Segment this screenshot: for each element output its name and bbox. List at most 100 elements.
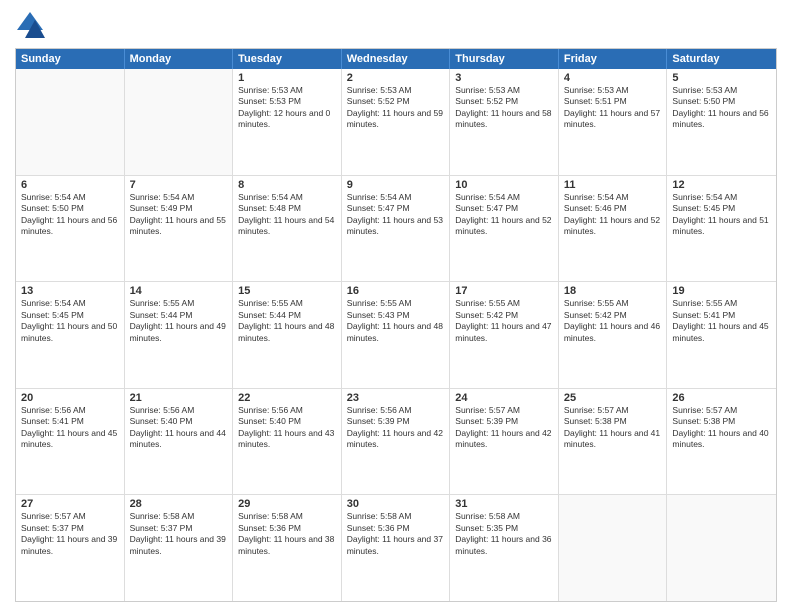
calendar-cell: 1Sunrise: 5:53 AM Sunset: 5:53 PM Daylig…	[233, 69, 342, 175]
day-number: 6	[21, 179, 119, 191]
calendar: SundayMondayTuesdayWednesdayThursdayFrid…	[15, 48, 777, 602]
calendar-cell	[667, 495, 776, 601]
cell-info: Sunrise: 5:58 AM Sunset: 5:37 PM Dayligh…	[130, 511, 228, 557]
day-number: 5	[672, 72, 771, 84]
calendar-cell: 23Sunrise: 5:56 AM Sunset: 5:39 PM Dayli…	[342, 389, 451, 495]
calendar-cell: 3Sunrise: 5:53 AM Sunset: 5:52 PM Daylig…	[450, 69, 559, 175]
logo-icon	[15, 10, 45, 40]
day-number: 15	[238, 285, 336, 297]
cell-info: Sunrise: 5:57 AM Sunset: 5:39 PM Dayligh…	[455, 405, 553, 451]
calendar-cell: 30Sunrise: 5:58 AM Sunset: 5:36 PM Dayli…	[342, 495, 451, 601]
cell-info: Sunrise: 5:54 AM Sunset: 5:45 PM Dayligh…	[21, 298, 119, 344]
cell-info: Sunrise: 5:56 AM Sunset: 5:40 PM Dayligh…	[238, 405, 336, 451]
calendar-row-4: 20Sunrise: 5:56 AM Sunset: 5:41 PM Dayli…	[16, 388, 776, 495]
day-number: 12	[672, 179, 771, 191]
day-number: 23	[347, 392, 445, 404]
calendar-cell: 28Sunrise: 5:58 AM Sunset: 5:37 PM Dayli…	[125, 495, 234, 601]
calendar-row-3: 13Sunrise: 5:54 AM Sunset: 5:45 PM Dayli…	[16, 281, 776, 388]
cell-info: Sunrise: 5:54 AM Sunset: 5:48 PM Dayligh…	[238, 192, 336, 238]
calendar-cell: 13Sunrise: 5:54 AM Sunset: 5:45 PM Dayli…	[16, 282, 125, 388]
calendar-cell: 9Sunrise: 5:54 AM Sunset: 5:47 PM Daylig…	[342, 176, 451, 282]
header-day-friday: Friday	[559, 49, 668, 69]
calendar-row-2: 6Sunrise: 5:54 AM Sunset: 5:50 PM Daylig…	[16, 175, 776, 282]
calendar-cell: 6Sunrise: 5:54 AM Sunset: 5:50 PM Daylig…	[16, 176, 125, 282]
calendar-cell: 15Sunrise: 5:55 AM Sunset: 5:44 PM Dayli…	[233, 282, 342, 388]
calendar-cell: 24Sunrise: 5:57 AM Sunset: 5:39 PM Dayli…	[450, 389, 559, 495]
calendar-cell: 25Sunrise: 5:57 AM Sunset: 5:38 PM Dayli…	[559, 389, 668, 495]
day-number: 3	[455, 72, 553, 84]
header-day-tuesday: Tuesday	[233, 49, 342, 69]
day-number: 10	[455, 179, 553, 191]
calendar-row-1: 1Sunrise: 5:53 AM Sunset: 5:53 PM Daylig…	[16, 69, 776, 175]
calendar-cell: 27Sunrise: 5:57 AM Sunset: 5:37 PM Dayli…	[16, 495, 125, 601]
cell-info: Sunrise: 5:53 AM Sunset: 5:53 PM Dayligh…	[238, 85, 336, 131]
day-number: 29	[238, 498, 336, 510]
cell-info: Sunrise: 5:56 AM Sunset: 5:39 PM Dayligh…	[347, 405, 445, 451]
day-number: 26	[672, 392, 771, 404]
cell-info: Sunrise: 5:56 AM Sunset: 5:40 PM Dayligh…	[130, 405, 228, 451]
day-number: 24	[455, 392, 553, 404]
calendar-cell: 26Sunrise: 5:57 AM Sunset: 5:38 PM Dayli…	[667, 389, 776, 495]
cell-info: Sunrise: 5:53 AM Sunset: 5:52 PM Dayligh…	[455, 85, 553, 131]
cell-info: Sunrise: 5:53 AM Sunset: 5:52 PM Dayligh…	[347, 85, 445, 131]
calendar-cell: 20Sunrise: 5:56 AM Sunset: 5:41 PM Dayli…	[16, 389, 125, 495]
calendar-cell: 16Sunrise: 5:55 AM Sunset: 5:43 PM Dayli…	[342, 282, 451, 388]
cell-info: Sunrise: 5:55 AM Sunset: 5:43 PM Dayligh…	[347, 298, 445, 344]
day-number: 13	[21, 285, 119, 297]
calendar-cell: 2Sunrise: 5:53 AM Sunset: 5:52 PM Daylig…	[342, 69, 451, 175]
day-number: 28	[130, 498, 228, 510]
day-number: 19	[672, 285, 771, 297]
calendar-cell: 4Sunrise: 5:53 AM Sunset: 5:51 PM Daylig…	[559, 69, 668, 175]
cell-info: Sunrise: 5:57 AM Sunset: 5:38 PM Dayligh…	[672, 405, 771, 451]
day-number: 8	[238, 179, 336, 191]
cell-info: Sunrise: 5:55 AM Sunset: 5:44 PM Dayligh…	[130, 298, 228, 344]
header-day-sunday: Sunday	[16, 49, 125, 69]
cell-info: Sunrise: 5:54 AM Sunset: 5:50 PM Dayligh…	[21, 192, 119, 238]
header-day-wednesday: Wednesday	[342, 49, 451, 69]
cell-info: Sunrise: 5:57 AM Sunset: 5:37 PM Dayligh…	[21, 511, 119, 557]
cell-info: Sunrise: 5:54 AM Sunset: 5:45 PM Dayligh…	[672, 192, 771, 238]
day-number: 22	[238, 392, 336, 404]
cell-info: Sunrise: 5:56 AM Sunset: 5:41 PM Dayligh…	[21, 405, 119, 451]
calendar-cell: 8Sunrise: 5:54 AM Sunset: 5:48 PM Daylig…	[233, 176, 342, 282]
calendar-cell: 11Sunrise: 5:54 AM Sunset: 5:46 PM Dayli…	[559, 176, 668, 282]
calendar-cell: 12Sunrise: 5:54 AM Sunset: 5:45 PM Dayli…	[667, 176, 776, 282]
cell-info: Sunrise: 5:55 AM Sunset: 5:41 PM Dayligh…	[672, 298, 771, 344]
calendar-cell	[16, 69, 125, 175]
calendar-cell: 17Sunrise: 5:55 AM Sunset: 5:42 PM Dayli…	[450, 282, 559, 388]
day-number: 25	[564, 392, 662, 404]
calendar-cell: 31Sunrise: 5:58 AM Sunset: 5:35 PM Dayli…	[450, 495, 559, 601]
calendar-cell	[559, 495, 668, 601]
day-number: 11	[564, 179, 662, 191]
day-number: 1	[238, 72, 336, 84]
calendar-cell	[125, 69, 234, 175]
calendar-cell: 14Sunrise: 5:55 AM Sunset: 5:44 PM Dayli…	[125, 282, 234, 388]
calendar-header: SundayMondayTuesdayWednesdayThursdayFrid…	[16, 49, 776, 69]
calendar-cell: 21Sunrise: 5:56 AM Sunset: 5:40 PM Dayli…	[125, 389, 234, 495]
day-number: 17	[455, 285, 553, 297]
calendar-cell: 22Sunrise: 5:56 AM Sunset: 5:40 PM Dayli…	[233, 389, 342, 495]
day-number: 27	[21, 498, 119, 510]
day-number: 4	[564, 72, 662, 84]
day-number: 16	[347, 285, 445, 297]
calendar-cell: 29Sunrise: 5:58 AM Sunset: 5:36 PM Dayli…	[233, 495, 342, 601]
header	[15, 10, 777, 40]
day-number: 14	[130, 285, 228, 297]
calendar-cell: 10Sunrise: 5:54 AM Sunset: 5:47 PM Dayli…	[450, 176, 559, 282]
cell-info: Sunrise: 5:54 AM Sunset: 5:47 PM Dayligh…	[455, 192, 553, 238]
calendar-cell: 5Sunrise: 5:53 AM Sunset: 5:50 PM Daylig…	[667, 69, 776, 175]
day-number: 18	[564, 285, 662, 297]
calendar-cell: 7Sunrise: 5:54 AM Sunset: 5:49 PM Daylig…	[125, 176, 234, 282]
day-number: 7	[130, 179, 228, 191]
page: SundayMondayTuesdayWednesdayThursdayFrid…	[0, 0, 792, 612]
day-number: 2	[347, 72, 445, 84]
cell-info: Sunrise: 5:55 AM Sunset: 5:42 PM Dayligh…	[455, 298, 553, 344]
cell-info: Sunrise: 5:57 AM Sunset: 5:38 PM Dayligh…	[564, 405, 662, 451]
cell-info: Sunrise: 5:53 AM Sunset: 5:51 PM Dayligh…	[564, 85, 662, 131]
calendar-row-5: 27Sunrise: 5:57 AM Sunset: 5:37 PM Dayli…	[16, 494, 776, 601]
day-number: 9	[347, 179, 445, 191]
cell-info: Sunrise: 5:58 AM Sunset: 5:35 PM Dayligh…	[455, 511, 553, 557]
calendar-cell: 18Sunrise: 5:55 AM Sunset: 5:42 PM Dayli…	[559, 282, 668, 388]
day-number: 30	[347, 498, 445, 510]
header-day-thursday: Thursday	[450, 49, 559, 69]
